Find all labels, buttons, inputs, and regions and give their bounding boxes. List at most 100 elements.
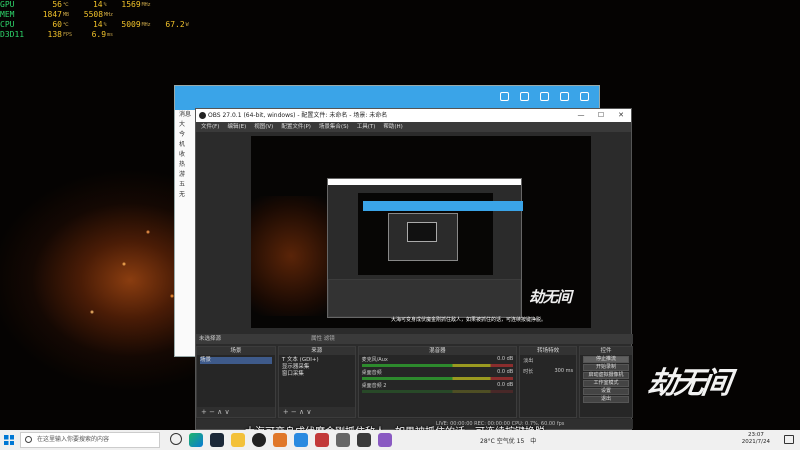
chat-tool-icon[interactable] bbox=[520, 92, 529, 101]
chat-contact-list[interactable]: 消息大今机收热游五无 bbox=[175, 110, 195, 356]
app-icon[interactable] bbox=[294, 433, 308, 447]
mixer-channel: 桌面音频 2 0.0 dB bbox=[359, 381, 517, 394]
chat-tool-icon[interactable] bbox=[560, 92, 569, 101]
control-button[interactable]: 启动虚拟摄像机 bbox=[583, 372, 629, 379]
scenes-dock: 场景 场景 + − ∧ ∨ bbox=[196, 346, 276, 418]
control-button[interactable]: 停止推流 bbox=[583, 356, 629, 363]
hw-name: MEM bbox=[0, 10, 15, 19]
mixer-channel-db: 0.0 dB bbox=[497, 369, 514, 375]
source-item[interactable]: T 文本 (GDI+) bbox=[282, 357, 352, 364]
sources-dock: 来源 T 文本 (GDI+) 显示器采集 窗口采集 + − ∧ ∨ bbox=[277, 346, 356, 418]
file-explorer-icon[interactable] bbox=[231, 433, 245, 447]
control-button[interactable]: 工作室模式 bbox=[583, 380, 629, 387]
hw-v3: 5009 bbox=[121, 20, 141, 29]
chat-tool-icon[interactable] bbox=[500, 92, 509, 101]
steam-icon[interactable] bbox=[210, 433, 224, 447]
control-button[interactable]: 设置 bbox=[583, 388, 629, 395]
volume-meter[interactable] bbox=[361, 364, 514, 367]
search-icon bbox=[25, 436, 32, 443]
chat-list-item[interactable]: 收 bbox=[175, 150, 195, 160]
chat-tool-icon[interactable] bbox=[580, 92, 589, 101]
taskbar-search-input[interactable]: 在这里输入你要搜索的内容 bbox=[20, 432, 160, 448]
hw-row: CPU 60 ℃ 14% 5009 MHz 67.2 W bbox=[0, 20, 189, 30]
audio-mixer-dock: 混音器 麦克风/Aux 0.0 dB 桌面音频 0.0 dB 桌面音频 2 0.0 dB bbox=[357, 346, 518, 418]
chat-list-item[interactable]: 五 bbox=[175, 180, 195, 190]
obs-taskbar-icon[interactable] bbox=[252, 433, 266, 447]
chat-list-item[interactable]: 热 bbox=[175, 160, 195, 170]
menu-item[interactable]: 视图(V) bbox=[254, 122, 273, 132]
chat-list-item[interactable]: 机 bbox=[175, 140, 195, 150]
transition-duration-label: 时长 bbox=[523, 369, 534, 375]
task-view-icon[interactable] bbox=[170, 433, 182, 445]
hw-name: GPU bbox=[0, 0, 15, 9]
hw-row: GPU 56 ℃ 14% 1569 MHz bbox=[0, 0, 189, 10]
chat-tool-icon[interactable] bbox=[540, 92, 549, 101]
obs-logo-icon bbox=[199, 112, 206, 119]
mixer-channel-db: 0.0 dB bbox=[497, 382, 514, 388]
app-icon[interactable] bbox=[357, 433, 371, 447]
obs-window[interactable]: OBS 27.0.1 (64-bit, windows) - 配置文件: 未命名… bbox=[195, 108, 633, 430]
chat-list-item[interactable]: 无 bbox=[175, 190, 195, 200]
maximize-button[interactable]: ☐ bbox=[591, 109, 611, 122]
close-button[interactable]: ✕ bbox=[611, 109, 631, 122]
clock-time: 23:07 bbox=[747, 432, 764, 438]
source-toolbar: 未选择源 bbox=[196, 334, 633, 344]
taskbar-clock[interactable]: 23:07 2021/7/24 bbox=[742, 432, 770, 446]
volume-meter[interactable] bbox=[361, 390, 514, 393]
scene-item[interactable]: 场景 bbox=[200, 357, 272, 364]
transition-duration-input[interactable]: 300 ms bbox=[555, 368, 574, 375]
mixer-dock-title: 混音器 bbox=[358, 347, 517, 355]
hw-v3 bbox=[113, 10, 147, 20]
mixer-channel-name: 桌面音频 2 bbox=[361, 383, 387, 389]
menu-item[interactable]: 文件(F) bbox=[201, 122, 219, 132]
hw-v2: 14 bbox=[92, 0, 103, 9]
hw-v2: 6.9 bbox=[91, 30, 107, 39]
taskbar-apps bbox=[170, 433, 392, 447]
mixer-channel-db: 0.0 dB bbox=[497, 356, 514, 362]
notification-icon[interactable] bbox=[784, 435, 794, 444]
search-placeholder: 在这里输入你要搜索的内容 bbox=[37, 436, 110, 443]
mixer-channel: 桌面音频 0.0 dB bbox=[359, 368, 517, 381]
chat-list-item[interactable]: 大 bbox=[175, 120, 195, 130]
obs-preview-canvas[interactable]: 劫无间 大海可变身成伏魔金刚抓住敌人，如果被抓住的话，可连续按键挣脱。 bbox=[251, 136, 591, 328]
scenes-dock-footer[interactable]: + − ∧ ∨ bbox=[197, 407, 275, 417]
sources-dock-footer[interactable]: + − ∧ ∨ bbox=[278, 407, 355, 417]
source-item[interactable]: 窗口采集 bbox=[282, 371, 352, 378]
hw-v3: 1569 bbox=[121, 0, 141, 9]
minimize-button[interactable]: — bbox=[571, 109, 591, 122]
hw-name: CPU bbox=[0, 20, 15, 29]
volume-meter[interactable] bbox=[361, 377, 514, 380]
transition-type-select[interactable]: 淡出 bbox=[523, 357, 533, 364]
hw-v4 bbox=[148, 10, 182, 20]
menu-item[interactable]: 场景集合(S) bbox=[319, 122, 349, 132]
hw-v1: 138 bbox=[47, 30, 62, 39]
app-icon[interactable] bbox=[273, 433, 287, 447]
hw-v2: 5508 bbox=[83, 10, 104, 19]
chat-list-item[interactable]: 消息 bbox=[175, 110, 195, 120]
weather-widget[interactable]: 28°C 空气优 15 bbox=[480, 436, 524, 445]
game-logo-text: 劫无间 bbox=[645, 366, 731, 401]
app-icon[interactable] bbox=[378, 433, 392, 447]
app-icon[interactable] bbox=[315, 433, 329, 447]
menu-item[interactable]: 配置文件(P) bbox=[281, 122, 311, 132]
source-properties-buttons[interactable]: 属性 滤镜 bbox=[311, 334, 335, 344]
hw-v3 bbox=[113, 30, 147, 40]
source-item[interactable]: 显示器采集 bbox=[282, 364, 352, 371]
ime-indicator[interactable]: 中 bbox=[530, 436, 536, 445]
chat-list-item[interactable]: 游 bbox=[175, 170, 195, 180]
obs-titlebar[interactable]: OBS 27.0.1 (64-bit, windows) - 配置文件: 未命名… bbox=[196, 109, 631, 122]
hw-u4: W bbox=[185, 22, 189, 28]
menu-item[interactable]: 编辑(E) bbox=[227, 122, 246, 132]
control-button[interactable]: 开始录制 bbox=[583, 364, 629, 371]
menu-item[interactable]: 帮助(H) bbox=[383, 122, 402, 132]
no-source-label: 未选择源 bbox=[199, 336, 222, 342]
menu-item[interactable]: 工具(T) bbox=[357, 122, 376, 132]
chat-list-item[interactable]: 今 bbox=[175, 130, 195, 140]
hw-v1: 60 bbox=[52, 20, 62, 29]
control-button[interactable]: 退出 bbox=[583, 396, 629, 403]
hw-u3: MHz bbox=[141, 2, 151, 8]
start-icon[interactable] bbox=[4, 435, 14, 445]
edge-browser-icon[interactable] bbox=[189, 433, 203, 447]
hw-v1: 56 bbox=[52, 0, 62, 9]
app-icon[interactable] bbox=[336, 433, 350, 447]
